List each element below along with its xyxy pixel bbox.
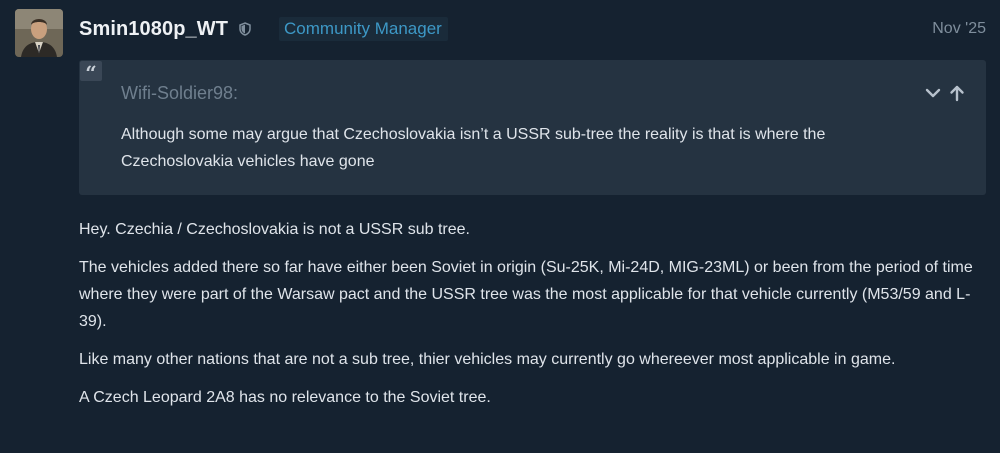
- post-paragraph: Hey. Czechia / Czechoslovakia is not a U…: [79, 221, 470, 238]
- avatar[interactable]: [15, 9, 63, 57]
- quote-text: Although some may argue that Czechoslova…: [121, 126, 826, 170]
- post-paragraph: A Czech Leopard 2A8 has no relevance to …: [79, 389, 491, 406]
- arrow-up-icon[interactable]: [948, 84, 966, 102]
- post-paragraph: The vehicles added there so far have eit…: [79, 259, 973, 330]
- post-body: Hey. Czechia / Czechoslovakia is not a U…: [79, 216, 994, 422]
- quote-author[interactable]: Wifi-Soldier98:: [121, 83, 238, 104]
- quote-icon: “: [80, 61, 102, 85]
- role-badge[interactable]: Community Manager: [279, 17, 448, 41]
- chevron-down-icon[interactable]: [924, 84, 942, 102]
- shield-icon: [239, 22, 251, 36]
- quote-block: “ Wifi-Soldier98: Although some may argu…: [79, 60, 986, 195]
- avatar-image: [15, 9, 63, 57]
- username[interactable]: Smin1080p_WT: [79, 18, 228, 41]
- post-date[interactable]: Nov '25: [932, 20, 986, 38]
- quote-controls: [924, 84, 966, 102]
- forum-post: Smin1080p_WT Community Manager Nov '25 “…: [0, 0, 1000, 453]
- post-paragraph: Like many other nations that are not a s…: [79, 351, 896, 368]
- post-header: Smin1080p_WT Community Manager Nov '25: [79, 15, 986, 43]
